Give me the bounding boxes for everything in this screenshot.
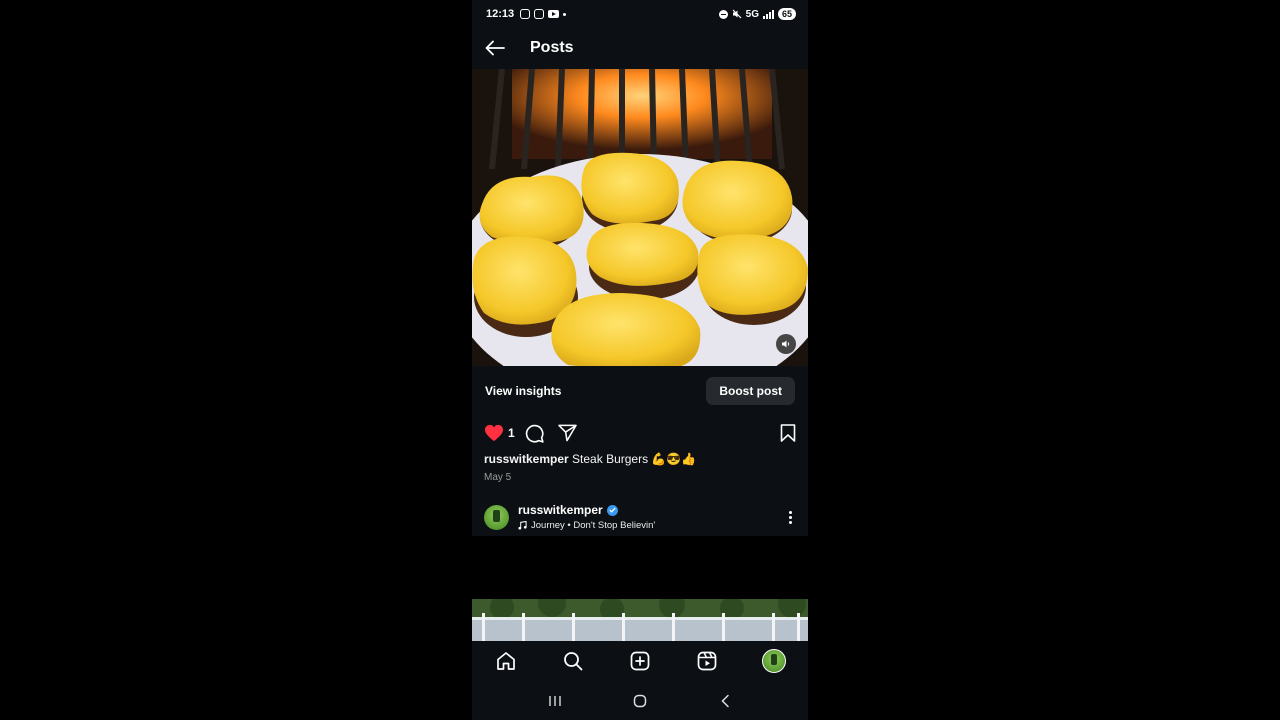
notification-icons xyxy=(520,9,567,19)
chevron-left-icon xyxy=(721,694,730,707)
post-caption: russwitkemper Steak Burgers 💪😎👍 xyxy=(484,452,696,466)
nav-profile[interactable] xyxy=(754,641,794,681)
music-info[interactable]: Journey • Don't Stop Believin' xyxy=(518,520,655,531)
system-icons: 5G 65 xyxy=(718,8,796,20)
page-title: Posts xyxy=(530,39,574,56)
more-options-button[interactable] xyxy=(784,510,796,524)
more-vertical-icon xyxy=(788,510,792,514)
signal-icon xyxy=(762,9,774,19)
mute-button[interactable] xyxy=(776,334,796,354)
next-post-image[interactable] xyxy=(472,599,808,641)
caption-username[interactable]: russwitkemper xyxy=(484,452,569,466)
bottom-navigation xyxy=(472,641,808,681)
like-button[interactable] xyxy=(484,424,504,442)
mute-icon xyxy=(732,9,742,19)
verified-badge-icon xyxy=(606,504,618,516)
comment-icon xyxy=(525,424,544,443)
notification-icon xyxy=(520,9,531,19)
profile-avatar xyxy=(762,649,787,673)
caption-text: Steak Burgers 💪😎👍 xyxy=(572,452,697,466)
back-arrow-icon xyxy=(485,40,505,56)
recent-apps-icon xyxy=(548,695,561,706)
avatar[interactable] xyxy=(484,504,509,530)
home-icon xyxy=(496,652,515,670)
plus-square-icon xyxy=(630,651,650,671)
author-name-row[interactable]: russwitkemper xyxy=(518,503,655,517)
do-not-disturb-icon xyxy=(718,9,728,19)
back-system-button[interactable] xyxy=(710,686,740,716)
fence-photo xyxy=(472,599,808,641)
author-username[interactable]: russwitkemper xyxy=(518,503,603,517)
like-count[interactable]: 1 xyxy=(508,426,515,440)
post-date: May 5 xyxy=(484,472,512,483)
heart-icon xyxy=(485,424,503,442)
share-button[interactable] xyxy=(557,424,577,442)
home-system-button[interactable] xyxy=(625,686,655,716)
nav-create[interactable] xyxy=(620,641,660,681)
system-navigation xyxy=(472,681,808,720)
status-time: 12:13 xyxy=(486,8,515,20)
share-icon xyxy=(557,424,577,442)
comment-button[interactable] xyxy=(525,424,544,443)
battery-indicator: 65 xyxy=(777,8,796,20)
music-note-icon xyxy=(518,521,527,530)
bookmark-icon xyxy=(780,424,796,442)
media-loading-area xyxy=(472,536,808,599)
nav-reels[interactable] xyxy=(687,641,727,681)
recent-apps-button[interactable] xyxy=(540,686,570,716)
speaker-icon xyxy=(782,340,790,348)
post-actions: 1 xyxy=(472,420,808,446)
home-circle-icon xyxy=(633,694,647,707)
post-image[interactable] xyxy=(472,69,808,366)
phone-screen: 12:13 5G 65 Posts View insights Boost po… xyxy=(472,0,808,720)
view-insights-link[interactable]: View insights xyxy=(485,384,561,398)
back-button[interactable] xyxy=(472,28,518,68)
youtube-icon xyxy=(548,10,560,18)
reels-icon xyxy=(697,651,717,671)
insights-bar: View insights Boost post xyxy=(472,366,808,416)
network-type: 5G xyxy=(745,8,759,20)
checkmark-icon xyxy=(609,507,616,513)
next-post-header: russwitkemper Journey • Don't Stop Belie… xyxy=(472,498,808,536)
music-track: Journey • Don't Stop Believin' xyxy=(531,520,656,531)
nav-home[interactable] xyxy=(486,641,526,681)
author-info: russwitkemper Journey • Don't Stop Belie… xyxy=(518,503,655,531)
search-icon xyxy=(563,652,583,671)
save-button[interactable] xyxy=(780,424,796,442)
notification-icon xyxy=(534,9,545,19)
burgers-photo xyxy=(472,69,808,366)
header: Posts xyxy=(472,28,808,68)
status-bar: 12:13 5G 65 xyxy=(472,0,808,28)
nav-search[interactable] xyxy=(553,641,593,681)
boost-post-button[interactable]: Boost post xyxy=(706,377,795,405)
more-notifications-dot xyxy=(563,12,567,16)
